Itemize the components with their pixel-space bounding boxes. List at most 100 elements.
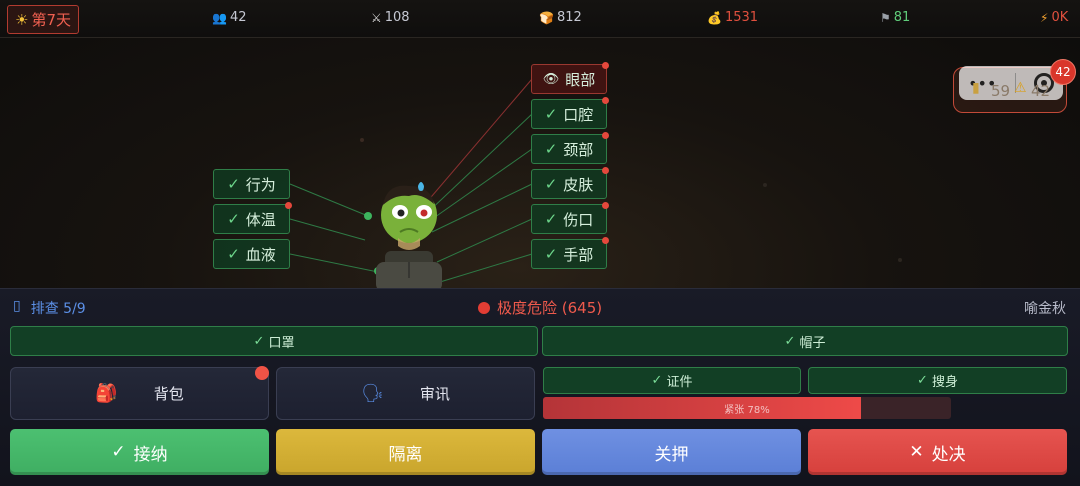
energy-value: 0K bbox=[1051, 10, 1069, 25]
alert-dot bbox=[602, 237, 609, 244]
day-counter[interactable]: ☀ 第7天 bbox=[7, 5, 79, 34]
day-label: 第7天 bbox=[31, 11, 71, 29]
step-label: 排查 5/9 bbox=[30, 301, 86, 317]
close-icon: ✕ bbox=[909, 442, 924, 462]
energy-stat[interactable]: ⚡ 0K bbox=[1040, 10, 1068, 25]
danger-dot-icon bbox=[478, 301, 490, 314]
accept-label: 接纳 bbox=[133, 444, 168, 465]
food-icon: ▮ bbox=[972, 80, 980, 96]
tension-label: 紧张 78% bbox=[724, 404, 770, 416]
alert-dot bbox=[602, 97, 609, 104]
eye-icon: 👁 bbox=[542, 71, 560, 87]
execute-label: 处决 bbox=[931, 444, 966, 465]
check-icon: ✓ bbox=[227, 245, 240, 263]
backpack-button[interactable]: 🎒 背包 bbox=[10, 366, 269, 420]
panel-header: ▯ 排查 5/9 极度危险 (645) 喻金秋 bbox=[0, 289, 1080, 325]
food-value: 812 bbox=[556, 10, 582, 25]
detain-button[interactable]: 关押 bbox=[542, 429, 801, 475]
check-blood[interactable]: ✓ 血液 bbox=[213, 239, 290, 269]
defense-stat[interactable]: ⚔ 108 bbox=[371, 10, 410, 25]
sun-icon: ☀ bbox=[15, 10, 29, 29]
menu-icon[interactable]: ▯ bbox=[13, 298, 21, 318]
check-icon: ✓ bbox=[544, 210, 558, 228]
people-icon: 👥 bbox=[212, 10, 227, 25]
isolate-button[interactable]: 隔离 bbox=[276, 429, 535, 475]
swords-icon: ⚔ bbox=[371, 10, 382, 25]
food-stat[interactable]: 🍞 812 bbox=[539, 10, 582, 25]
accept-button[interactable]: ✓ 接纳 bbox=[10, 429, 269, 475]
interrogate-button[interactable]: 🗣 审讯 bbox=[276, 367, 535, 420]
tag-label: 血液 bbox=[245, 245, 276, 264]
flag-value: 81 bbox=[893, 10, 911, 25]
check-icon: ✓ bbox=[544, 105, 558, 123]
check-icon: ✓ bbox=[253, 333, 265, 349]
backpack-icon: 🎒 bbox=[95, 383, 118, 404]
money-stat[interactable]: 💰 1531 bbox=[707, 10, 758, 25]
isolate-label: 隔离 bbox=[388, 444, 423, 465]
alert-dot bbox=[602, 167, 609, 174]
check-icon: ✓ bbox=[651, 373, 663, 388]
population-value: 42 bbox=[229, 10, 247, 25]
top-status-bar: ☀ 第7天 👥 42 ⚔ 108 🍞 812 💰 1531 ⚑ 81 ⚡ 0K bbox=[0, 0, 1080, 38]
tag-label: 行为 bbox=[245, 175, 276, 194]
check-behavior[interactable]: ✓ 行为 bbox=[213, 169, 290, 199]
hat-button[interactable]: ✓ 帽子 bbox=[542, 326, 1068, 356]
execute-button[interactable]: ✕ 处决 bbox=[808, 429, 1067, 475]
bread-icon: 🍞 bbox=[539, 10, 554, 25]
money-value: 1531 bbox=[724, 10, 759, 25]
money-bag-icon: 💰 bbox=[707, 10, 722, 25]
population-stat[interactable]: 👥 42 bbox=[212, 10, 247, 25]
tag-label: 手部 bbox=[563, 245, 594, 264]
warning-icon: ⚠ bbox=[1014, 80, 1027, 96]
tag-label: 口腔 bbox=[563, 105, 594, 124]
check-neck[interactable]: ✓ 颈部 bbox=[531, 132, 609, 164]
id-check-button[interactable]: ✓ 证件 bbox=[543, 367, 801, 394]
check-eyes[interactable]: 👁 眼部 bbox=[531, 62, 609, 94]
check-mouth[interactable]: ✓ 口腔 bbox=[531, 97, 609, 129]
interrogate-label: 审讯 bbox=[419, 385, 450, 403]
alert-dot bbox=[602, 132, 609, 139]
notification-badge[interactable]: 42 bbox=[1050, 59, 1076, 85]
tension-bar: 紧张 78% bbox=[543, 397, 951, 419]
hat-label: 帽子 bbox=[799, 335, 826, 351]
danger-label: 极度危险 (645) bbox=[497, 299, 603, 317]
check-wound[interactable]: ✓ 伤口 bbox=[531, 202, 609, 234]
chip-food-value: 59 bbox=[991, 82, 1011, 100]
id-check-label: 证件 bbox=[666, 375, 693, 390]
search-body-button[interactable]: ✓ 搜身 bbox=[808, 367, 1067, 394]
alert-dot bbox=[602, 62, 609, 69]
check-icon: ✓ bbox=[544, 140, 558, 158]
check-hands[interactable]: ✓ 手部 bbox=[531, 237, 609, 269]
check-icon: ✓ bbox=[544, 245, 558, 263]
inspection-step: ▯ 排查 5/9 bbox=[13, 298, 86, 318]
backpack-label: 背包 bbox=[153, 385, 184, 403]
notification-dot bbox=[255, 366, 269, 380]
badge-count: 42 bbox=[1055, 65, 1071, 79]
check-icon: ✓ bbox=[227, 175, 240, 193]
flag-stat[interactable]: ⚑ 81 bbox=[880, 10, 910, 25]
person-name: 喻金秋 bbox=[1024, 301, 1066, 317]
flag-icon: ⚑ bbox=[880, 10, 891, 25]
alert-dot bbox=[602, 202, 609, 209]
alert-dot bbox=[285, 202, 292, 209]
check-icon: ✓ bbox=[917, 373, 928, 388]
check-icon: ✓ bbox=[111, 442, 126, 462]
check-icon: ✓ bbox=[227, 210, 240, 228]
check-icon: ✓ bbox=[544, 175, 558, 193]
tag-label: 颈部 bbox=[563, 140, 594, 159]
chip-warning-value: 42 bbox=[1031, 82, 1051, 100]
detain-label: 关押 bbox=[654, 444, 689, 465]
tag-label: 皮肤 bbox=[563, 175, 594, 194]
tag-label: 体温 bbox=[245, 210, 276, 229]
check-icon: ✓ bbox=[784, 333, 796, 349]
mask-button[interactable]: ✓ 口罩 bbox=[10, 326, 538, 356]
tag-label: 伤口 bbox=[563, 210, 594, 229]
lightning-icon: ⚡ bbox=[1040, 10, 1049, 25]
check-skin[interactable]: ✓ 皮肤 bbox=[531, 167, 609, 199]
defense-value: 108 bbox=[384, 10, 410, 25]
tag-label: 眼部 bbox=[565, 70, 596, 89]
search-body-label: 搜身 bbox=[931, 375, 958, 390]
danger-status: 极度危险 (645) bbox=[478, 297, 602, 318]
speaking-head-icon: 🗣 bbox=[361, 383, 384, 404]
check-temperature[interactable]: ✓ 体温 bbox=[213, 202, 292, 234]
